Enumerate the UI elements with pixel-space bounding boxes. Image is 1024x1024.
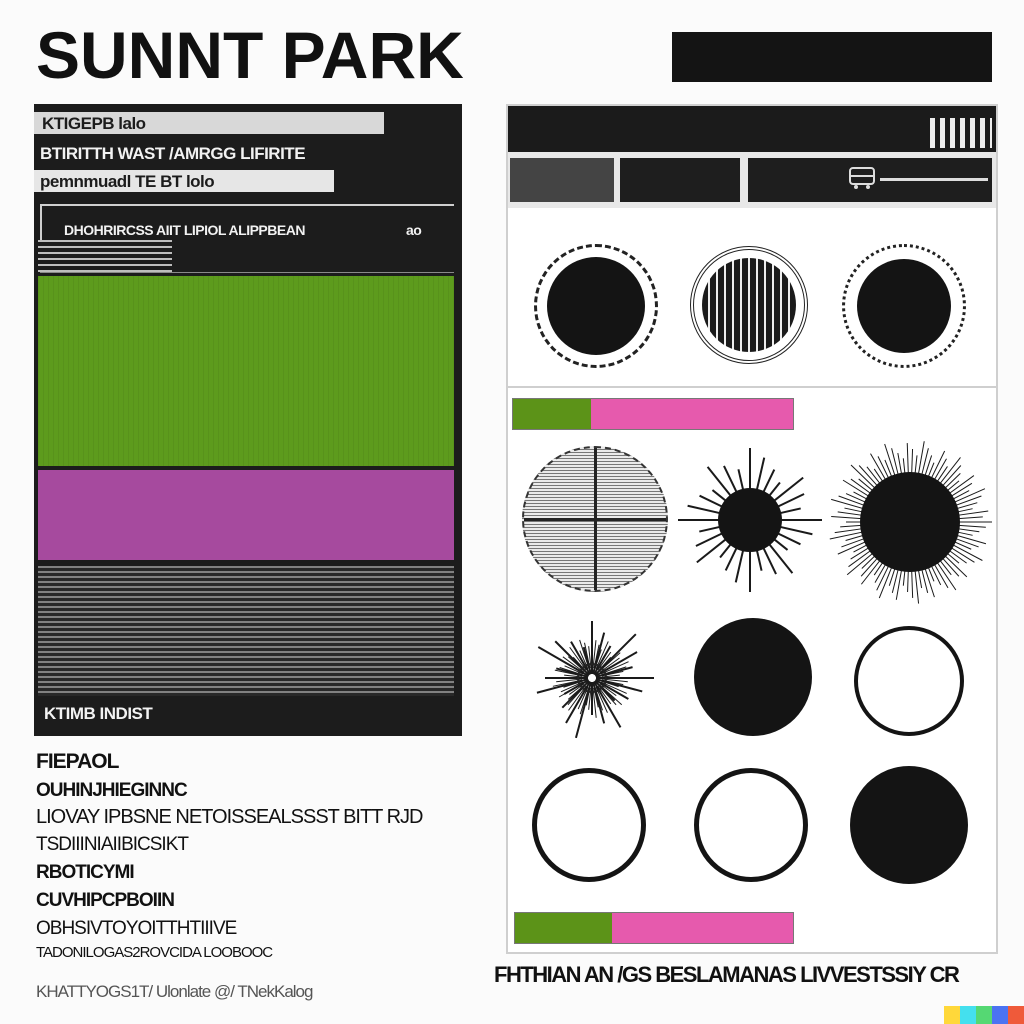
toolbar-cell [620, 158, 740, 202]
spiky-sun-icon [678, 448, 822, 592]
text-line: RBOTICYMI [36, 862, 135, 883]
sun-core [718, 488, 782, 552]
sun-ray [706, 466, 733, 498]
disc-icon [857, 259, 951, 353]
progress-bar-1 [512, 398, 794, 430]
solid-disc-icon [850, 766, 968, 884]
sun-ray [772, 537, 789, 551]
right-panel-divider [508, 386, 996, 388]
sun-ray [779, 507, 801, 515]
title-bar-block [672, 32, 992, 82]
right-panel-header [508, 106, 996, 152]
striped-disc-icon [702, 258, 796, 352]
left-panel-line3: pemnmuadl TE BT lolo [40, 172, 215, 191]
text-line: TADONILOGAS2ROVCIDA LOOBOOC [36, 944, 273, 961]
sun-ray [762, 469, 776, 494]
sun-ray [711, 489, 728, 503]
left-panel-rule [40, 204, 454, 206]
sun-ray [755, 457, 766, 491]
sun-ray [776, 532, 801, 546]
bar-green-segment [515, 913, 613, 943]
text-line: FIEPAOL [36, 750, 119, 773]
left-panel-line1: KTIGEPB lalo [42, 114, 146, 133]
fringed-sun-icon [829, 441, 992, 604]
sun-ray [719, 542, 733, 559]
palette-swatch [960, 1006, 976, 1024]
left-panel-line4: DHOHRIRCSS AIIT LIPIOL ALIPPBEAN [64, 222, 305, 238]
outline-ring-icon [532, 768, 646, 882]
text-line: OBHSIVTOYOITTHTIIIVE [36, 918, 237, 939]
texture-block [38, 566, 454, 696]
sun-ray [594, 633, 637, 676]
sun-ray [767, 542, 794, 574]
globe-line [594, 448, 597, 590]
sun-ray [687, 504, 721, 515]
text-line: KHATTYOGS1T/ Ulonlate @/ TNekKalog [36, 982, 313, 1001]
toolbar-cell [748, 158, 992, 202]
sun-ray [767, 481, 781, 498]
right-panel-toolbar [508, 152, 996, 208]
bar-magenta-segment [591, 399, 793, 429]
sun-ray [699, 494, 724, 508]
text-line: CUVHIPCPBOIIN [36, 890, 175, 911]
striped-ring-icon [690, 246, 808, 364]
color-palette [944, 1006, 1024, 1024]
bottom-caption: FHTHIAN AN /GS BESLAMANAS LIVVESTSSIY CR [494, 962, 960, 987]
left-panel-line4-tag: ao [406, 222, 422, 238]
disc-icon [547, 257, 645, 355]
sunburst-ring-icon [534, 244, 658, 368]
bar-green-segment [513, 399, 592, 429]
text-line: LIOVAY IPBSNE NETOISSEALSSST BITT RJD [36, 806, 423, 828]
page-title: SUNNT PARK [36, 18, 464, 92]
starburst-icon [536, 621, 654, 739]
sun-ray [734, 549, 745, 583]
left-panel-rule [40, 272, 454, 273]
train-icon [849, 167, 875, 189]
text-line: TSDIIINIAIIBICSIKT [36, 834, 189, 855]
solid-disc-icon [694, 618, 812, 736]
progress-bar-2 [514, 912, 794, 944]
sun-ray [755, 549, 763, 571]
text-line: OUHINJHIEGINNC [36, 780, 188, 801]
magenta-block [38, 470, 454, 560]
palette-swatch [944, 1006, 960, 1024]
left-panel: KTIGEPB lalo BTIRITTH WAST /AMRGG LIFIRI… [34, 104, 462, 736]
toolbar-cell [510, 158, 614, 202]
palette-swatch [1008, 1006, 1024, 1024]
hatched-globe-icon [522, 446, 668, 592]
sun-ray [772, 476, 804, 503]
palette-swatch [992, 1006, 1008, 1024]
left-panel-line2: BTIRITTH WAST /AMRGG LIFIRITE [40, 144, 306, 163]
sun-ray [696, 537, 728, 564]
palette-swatch [976, 1006, 992, 1024]
sun-ray [724, 546, 738, 571]
left-panel-stripes [38, 240, 172, 276]
barcode-icon [930, 118, 992, 148]
sun-ray [699, 525, 721, 533]
bar-magenta-segment [612, 913, 793, 943]
right-panel [506, 104, 998, 954]
sun-core [860, 472, 960, 572]
outline-ring-icon [694, 768, 808, 882]
toolbar-line [880, 178, 988, 181]
sun-ray [737, 469, 745, 491]
green-block [38, 276, 454, 466]
outline-ring-icon [854, 626, 964, 736]
sun-ray [779, 525, 813, 536]
left-panel-footer: KTIMB INDIST [44, 704, 153, 723]
fringed-disc-icon [842, 244, 966, 368]
